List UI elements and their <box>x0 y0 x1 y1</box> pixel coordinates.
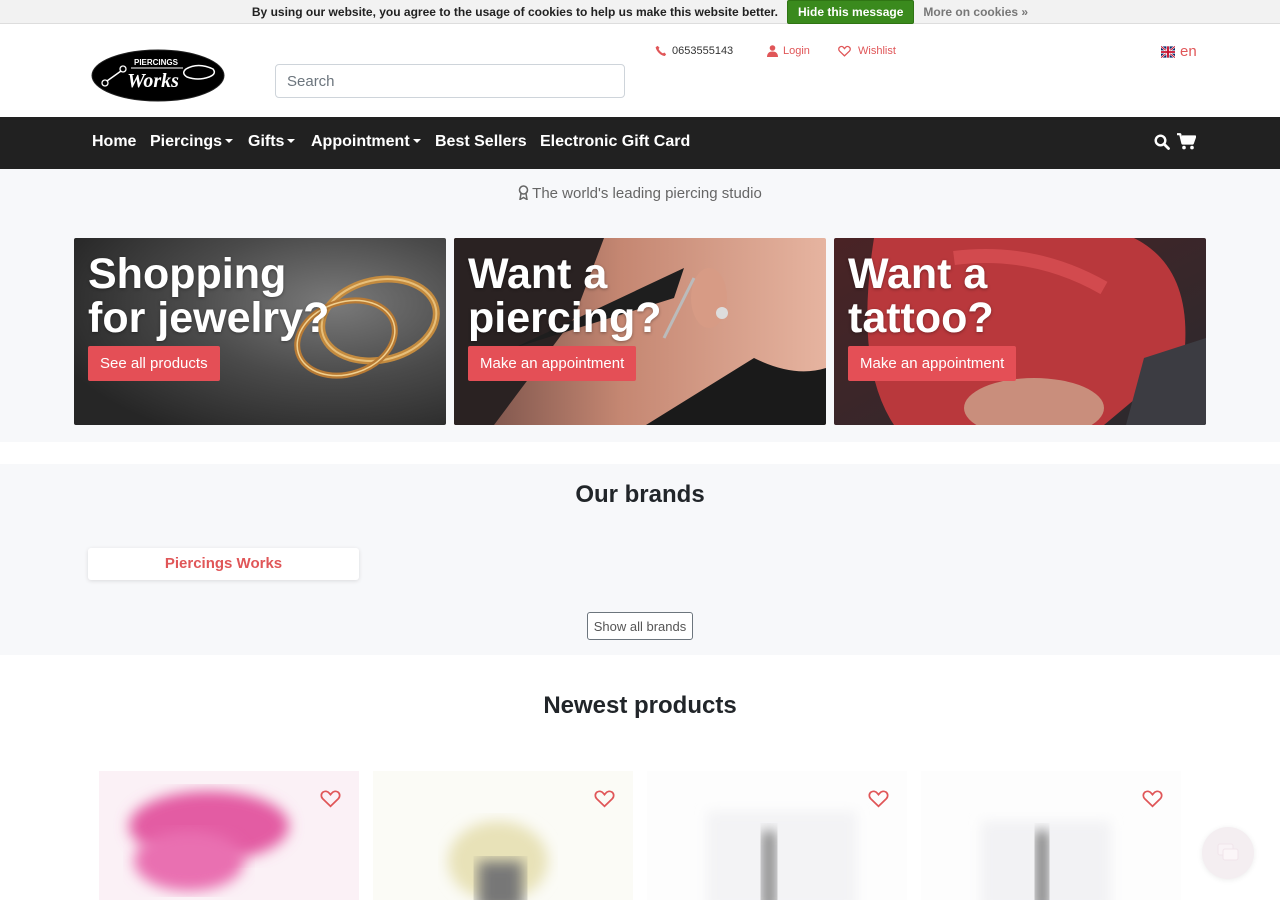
logo-text-top: PIERCINGS <box>134 58 179 67</box>
hero-card-piercing[interactable]: Want a piercing? Make an appointment <box>454 238 826 425</box>
wishlist-heart-icon[interactable] <box>594 789 615 808</box>
make-appointment-piercing-button[interactable]: Make an appointment <box>468 346 637 381</box>
nav-appointment[interactable]: Appointment <box>311 117 421 169</box>
nav-piercings[interactable]: Piercings <box>150 117 234 169</box>
site-header: PIERCINGS Works 0653555143 Login Wishlis… <box>0 24 1280 117</box>
hero-card-jewelry[interactable]: Shopping for jewelry? See all products <box>74 238 446 425</box>
language-label: en <box>1180 43 1197 60</box>
site-logo[interactable]: PIERCINGS Works <box>91 49 225 102</box>
card-title: Shopping for jewelry? <box>88 250 330 342</box>
brands-title: Our brands <box>575 481 705 508</box>
main-navigation: Home Piercings Gifts Appointment Best Se… <box>0 117 1280 169</box>
wishlist-heart-icon[interactable] <box>320 789 341 808</box>
nav-piercings-label: Piercings <box>150 133 223 150</box>
hero-card-tattoo[interactable]: Want a tattoo? Make an appointment <box>834 238 1206 425</box>
nav-home-label: Home <box>92 133 137 150</box>
card-title: Want a piercing? <box>468 250 662 342</box>
nav-best-sellers-label: Best Sellers <box>435 133 527 150</box>
phone-link[interactable]: 0653555143 <box>655 45 733 57</box>
product-card[interactable] <box>373 771 633 900</box>
caret-down-icon <box>287 138 296 143</box>
nav-gift-card-label: Electronic Gift Card <box>540 133 691 150</box>
caret-down-icon <box>225 138 234 143</box>
cookie-bar: By using our website, you agree to the u… <box>0 0 1280 24</box>
wishlist-heart-icon[interactable] <box>1142 789 1163 808</box>
login-link[interactable]: Login <box>767 45 810 57</box>
card-title: Want a tattoo? <box>848 250 994 342</box>
more-on-cookies-link[interactable]: More on cookies » <box>923 5 1028 19</box>
product-card[interactable] <box>647 771 907 900</box>
uk-flag-icon <box>1161 45 1175 58</box>
search-input[interactable] <box>275 64 625 98</box>
phone-icon <box>655 45 667 56</box>
user-icon <box>767 45 778 57</box>
make-appointment-tattoo-button[interactable]: Make an appointment <box>848 346 1017 381</box>
nav-best-sellers[interactable]: Best Sellers <box>435 117 527 169</box>
nav-gifts[interactable]: Gifts <box>248 117 296 169</box>
language-selector[interactable]: en <box>1161 43 1197 60</box>
chat-icon <box>1217 843 1239 861</box>
hide-cookie-message-button[interactable]: Hide this message <box>787 0 915 24</box>
cart-icon[interactable] <box>1177 133 1196 150</box>
products-title: Newest products <box>543 692 737 719</box>
tagline: The world's leading piercing studio <box>0 185 1280 202</box>
brand-card-piercings-works[interactable]: Piercings Works <box>88 548 359 580</box>
chat-widget-button[interactable] <box>1202 827 1254 879</box>
newest-products-section: Newest products <box>0 655 1280 900</box>
nav-electronic-gift-card[interactable]: Electronic Gift Card <box>540 117 690 169</box>
wishlist-link[interactable]: Wishlist <box>838 45 896 57</box>
nav-gifts-label: Gifts <box>248 133 285 150</box>
nav-home[interactable]: Home <box>92 117 136 169</box>
award-icon <box>518 185 529 201</box>
wishlist-heart-icon[interactable] <box>868 789 889 808</box>
login-label: Login <box>783 45 810 57</box>
caret-down-icon <box>412 138 421 143</box>
nav-appointment-label: Appointment <box>311 133 410 150</box>
show-all-brands-button[interactable]: Show all brands <box>587 612 693 640</box>
brands-section: Our brands Piercings Works Show all bran… <box>0 464 1280 655</box>
phone-number: 0653555143 <box>672 45 734 57</box>
tagline-text: The world's leading piercing studio <box>532 185 762 202</box>
wishlist-label: Wishlist <box>858 45 896 57</box>
hero-section: The world's leading piercing studio Shop… <box>0 169 1280 442</box>
see-all-products-button[interactable]: See all products <box>88 346 220 381</box>
cookie-message: By using our website, you agree to the u… <box>251 4 779 19</box>
search-icon[interactable] <box>1154 134 1170 150</box>
logo-text-main: Works <box>127 70 179 92</box>
heart-outline-icon <box>838 45 851 57</box>
product-card[interactable] <box>921 771 1181 900</box>
product-card[interactable] <box>99 771 359 900</box>
